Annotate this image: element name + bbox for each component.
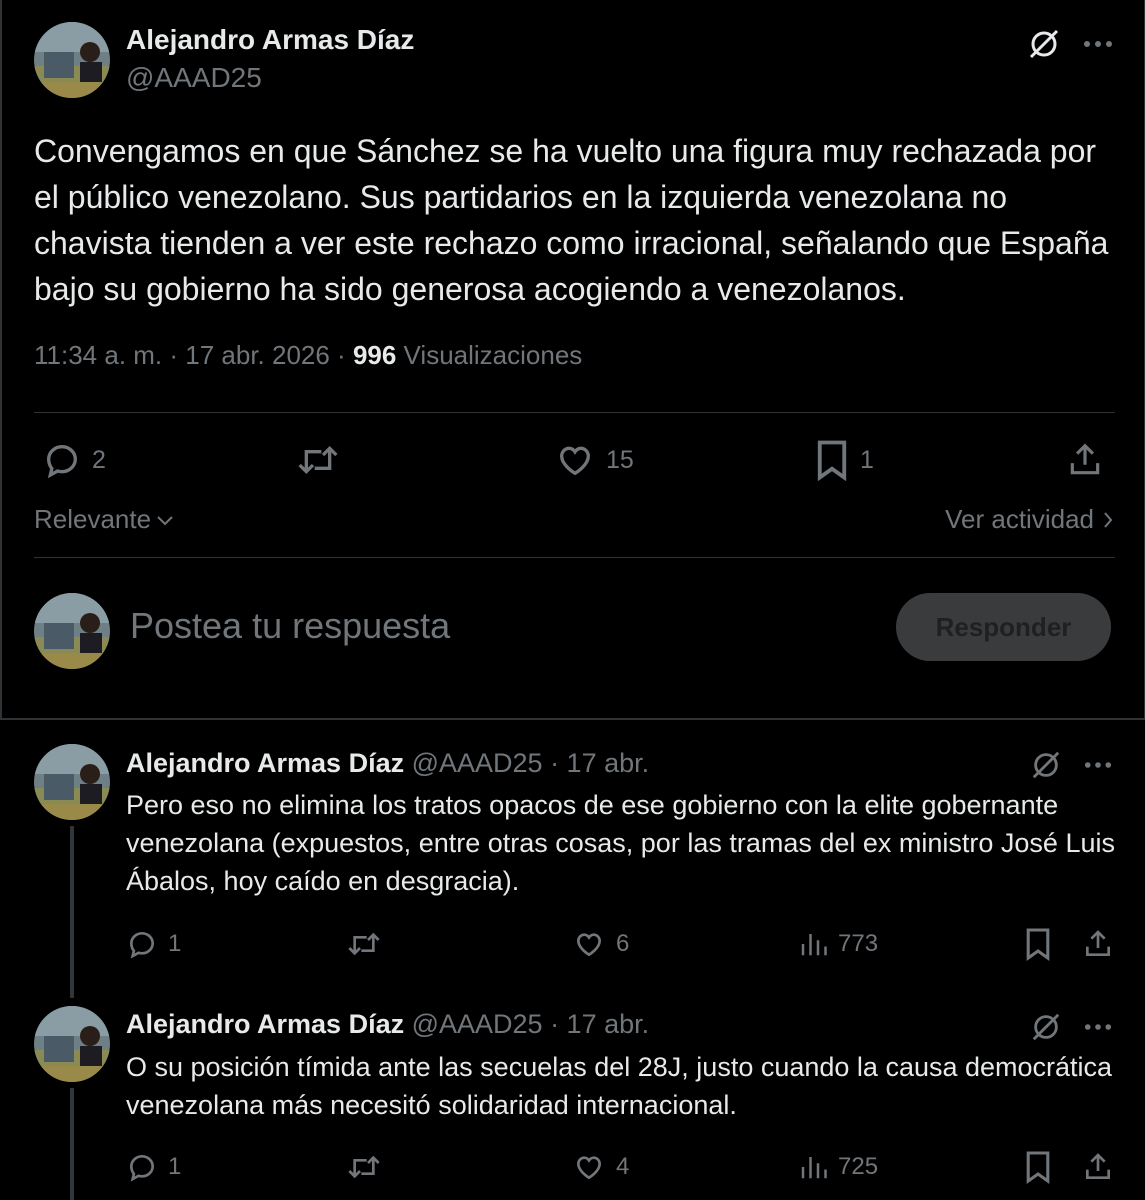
like-count: 4 <box>616 1153 630 1180</box>
sort-dropdown[interactable]: Relevante <box>34 504 175 535</box>
views-label: Visualizaciones <box>396 340 583 370</box>
reply-header: Alejandro Armas Díaz @AAAD25 · 17 abr. <box>126 1009 649 1040</box>
responder-label: Responder <box>935 611 1072 642</box>
reply-meta[interactable]: @AAAD25 · 17 abr. <box>404 748 650 778</box>
chevron-down-icon <box>157 515 173 525</box>
activity-label: Ver actividad <box>945 504 1094 534</box>
bookmark-icon <box>1026 928 1050 961</box>
like-button[interactable]: 4 <box>572 1147 629 1187</box>
reply-text: Pero eso no elimina los tratos opacos de… <box>126 790 1115 896</box>
reply-count: 2 <box>92 445 106 474</box>
reply-count: 1 <box>168 930 182 957</box>
reply-action-bar: 1 4 725 <box>126 1147 1116 1187</box>
share-button[interactable] <box>1082 1147 1114 1187</box>
author-avatar[interactable] <box>34 22 110 98</box>
reply-header: Alejandro Armas Díaz @AAAD25 · 17 abr. <box>126 748 649 779</box>
heart-icon <box>559 446 591 476</box>
speech-bubble-icon <box>129 1154 155 1182</box>
grok-slash-icon[interactable] <box>1026 1010 1066 1044</box>
replies-sort-row: Relevante Ver actividad <box>34 500 1114 540</box>
bar-chart-icon <box>801 1157 827 1179</box>
like-button[interactable]: 6 <box>572 924 629 964</box>
reply-action-bar: 1 6 773 <box>126 924 1116 964</box>
sort-label: Relevante <box>34 504 152 534</box>
post-action-bar: 2 15 1 <box>34 436 1114 484</box>
current-user-avatar[interactable] <box>34 593 110 669</box>
heart-icon <box>576 1156 602 1180</box>
share-upload-icon <box>1086 1153 1110 1179</box>
speech-bubble-icon <box>46 444 78 479</box>
views-count: 996 <box>352 340 397 370</box>
repost-arrows-icon <box>298 445 338 475</box>
responder-button[interactable]: Responder <box>896 593 1111 661</box>
thread-connector <box>70 826 74 998</box>
bookmark-button[interactable]: 1 <box>814 436 874 484</box>
more-dots-icon[interactable] <box>1080 30 1116 58</box>
reply-author-avatar[interactable] <box>34 1006 110 1082</box>
reply-button[interactable]: 1 <box>126 1147 181 1187</box>
grok-slash-icon[interactable] <box>1024 26 1064 62</box>
reply-author-name[interactable]: Alejandro Armas Díaz <box>126 748 404 778</box>
reply-text: O su posición tímida ante las secuelas d… <box>126 1052 1113 1120</box>
section-divider <box>0 718 1145 720</box>
like-button[interactable]: 15 <box>554 436 634 484</box>
share-upload-icon <box>1086 930 1110 956</box>
speech-bubble-icon <box>129 931 155 959</box>
bookmark-icon <box>817 440 847 481</box>
chevron-right-icon <box>1104 511 1113 528</box>
divider <box>34 412 1115 413</box>
like-count: 6 <box>616 930 630 957</box>
repost-arrows-icon <box>348 1155 380 1179</box>
bookmark-button[interactable] <box>1024 1147 1052 1187</box>
share-button[interactable] <box>1066 436 1104 484</box>
repost-button[interactable] <box>296 436 340 484</box>
bookmark-button[interactable] <box>1024 924 1052 964</box>
share-button[interactable] <box>1082 924 1114 964</box>
author-name[interactable]: Alejandro Armas Díaz <box>126 24 414 56</box>
bookmark-icon <box>1026 1151 1050 1184</box>
bookmark-count: 1 <box>860 445 874 474</box>
views-button[interactable]: 725 <box>798 1147 878 1187</box>
bar-chart-icon <box>801 934 827 956</box>
column-left-border <box>0 0 2 720</box>
repost-button[interactable] <box>346 1147 382 1187</box>
reply-button[interactable]: 2 <box>42 436 106 484</box>
author-handle[interactable]: @AAAD25 <box>126 62 262 94</box>
views-count: 773 <box>838 930 879 957</box>
like-count: 15 <box>606 445 634 474</box>
repost-button[interactable] <box>346 924 382 964</box>
post-meta: 11:34 a. m. · 17 abr. 2026 · 996 Visuali… <box>34 340 582 371</box>
heart-icon <box>576 933 602 957</box>
reply-count: 1 <box>168 1153 182 1180</box>
reply-input[interactable]: Postea tu respuesta <box>130 605 450 647</box>
views-button[interactable]: 773 <box>798 924 878 964</box>
views-count: 725 <box>838 1153 879 1180</box>
reply-button[interactable]: 1 <box>126 924 181 964</box>
repost-arrows-icon <box>348 932 380 956</box>
grok-slash-icon[interactable] <box>1026 748 1066 782</box>
divider <box>34 557 1115 558</box>
reply-meta[interactable]: @AAAD25 · 17 abr. <box>404 1009 650 1039</box>
more-dots-icon[interactable] <box>1080 1014 1116 1040</box>
reply-author-avatar[interactable] <box>34 744 110 820</box>
reply-author-name[interactable]: Alejandro Armas Díaz <box>126 1009 404 1039</box>
thread-connector <box>70 1088 74 1200</box>
share-upload-icon <box>1070 443 1100 475</box>
more-dots-icon[interactable] <box>1080 752 1116 778</box>
post-timestamp[interactable]: 11:34 a. m. · 17 abr. 2026 · <box>34 340 353 370</box>
view-activity-link[interactable]: Ver actividad <box>945 504 1114 535</box>
post-text: Convengamos en que Sánchez se ha vuelto … <box>34 133 1109 307</box>
